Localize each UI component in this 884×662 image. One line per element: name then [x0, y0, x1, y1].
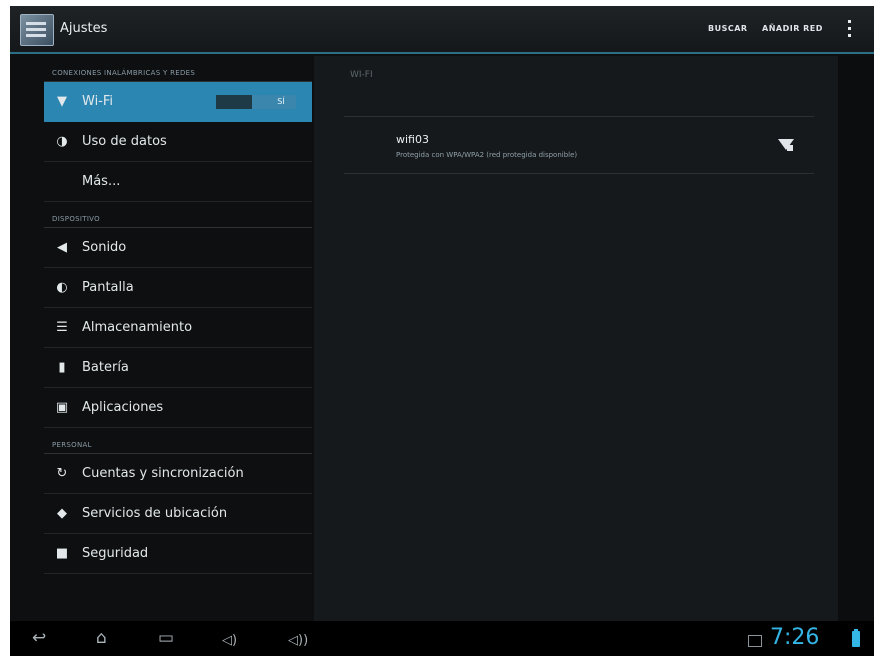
sidebar-item-label: Seguridad — [82, 546, 149, 561]
sidebar-item-label: Aplicaciones — [82, 400, 164, 415]
sidebar-item-label: Almacenamiento — [82, 320, 193, 335]
wifi-icon: ▼ — [57, 94, 67, 109]
sidebar-item-wifi[interactable]: ▼ Wi-Fi SÍ — [44, 82, 312, 122]
sidebar-item-label: Uso de datos — [82, 134, 167, 149]
overflow-menu-icon[interactable] — [848, 20, 852, 40]
volume-up-icon[interactable]: ◁)) — [288, 630, 308, 652]
storage-icon: ☰ — [56, 320, 68, 335]
network-status: Protegida con WPA/WPA2 (red protegida di… — [396, 151, 578, 159]
screen: Ajustes BUSCAR AÑADIR RED CONEXIONES INA… — [10, 6, 874, 656]
wifi-toggle[interactable]: SÍ — [216, 95, 296, 109]
clock[interactable]: 7:26 — [770, 625, 819, 651]
settings-app-icon[interactable] — [20, 14, 54, 46]
wifi-details-pane: WI-FI wifi03 Protegida con WPA/WPA2 (red… — [314, 56, 838, 621]
sidebar-item-apps[interactable]: ▣ Aplicaciones — [44, 388, 312, 428]
sidebar-item-storage[interactable]: ☰ Almacenamiento — [44, 308, 312, 348]
brightness-icon: ◐ — [56, 280, 68, 295]
sidebar-item-display[interactable]: ◐ Pantalla — [44, 268, 312, 308]
speaker-icon: ◀ — [57, 240, 67, 255]
settings-sidebar: CONEXIONES INALÁMBRICAS Y REDES ▼ Wi-Fi … — [44, 56, 312, 621]
volume-down-icon[interactable]: ◁) — [222, 630, 237, 652]
sync-icon: ↻ — [56, 466, 68, 481]
action-bar: Ajustes BUSCAR AÑADIR RED — [10, 6, 874, 54]
location-icon: ◆ — [57, 506, 67, 521]
battery-icon[interactable] — [852, 629, 860, 647]
sidebar-item-label: Sonido — [82, 240, 127, 255]
sidebar-item-label: Servicios de ubicación — [82, 506, 228, 521]
apps-icon: ▣ — [55, 400, 69, 415]
section-header-device: DISPOSITIVO — [44, 202, 312, 228]
sidebar-item-accounts[interactable]: ↻ Cuentas y sincronización — [44, 454, 312, 494]
page-title: Ajustes — [60, 21, 108, 36]
sidebar-item-sound[interactable]: ◀ Sonido — [44, 228, 312, 268]
gallery-notification-icon[interactable] — [748, 635, 762, 647]
pane-header: WI-FI — [350, 70, 373, 80]
search-button[interactable]: BUSCAR — [708, 24, 748, 33]
toggle-track-off — [216, 95, 252, 109]
sidebar-item-battery[interactable]: ▮ Batería — [44, 348, 312, 388]
sidebar-item-label: Cuentas y sincronización — [82, 466, 244, 481]
network-name: wifi03 — [396, 133, 429, 146]
data-usage-icon: ◑ — [56, 134, 68, 149]
section-header-personal: PERSONAL — [44, 428, 312, 454]
sidebar-item-label: Pantalla — [82, 280, 134, 295]
add-network-button[interactable]: AÑADIR RED — [762, 24, 823, 33]
sidebar-item-label: Batería — [82, 360, 129, 375]
back-icon[interactable]: ↩ — [32, 627, 46, 649]
wifi-signal-locked-icon — [778, 139, 794, 151]
sidebar-item-label: Más... — [82, 174, 121, 189]
right-gutter — [838, 56, 874, 621]
sidebar-item-more[interactable]: Más... — [44, 162, 312, 202]
system-bar: ↩ ⌂ ▭ ◁) ◁)) 7:26 — [10, 621, 874, 656]
sidebar-item-location[interactable]: ◆ Servicios de ubicación — [44, 494, 312, 534]
lock-icon: ■ — [55, 546, 69, 561]
recent-apps-icon[interactable]: ▭ — [158, 627, 174, 649]
home-icon[interactable]: ⌂ — [96, 627, 107, 649]
sidebar-item-label: Wi-Fi — [82, 94, 114, 109]
sidebar-item-data-usage[interactable]: ◑ Uso de datos — [44, 122, 312, 162]
sidebar-item-security[interactable]: ■ Seguridad — [44, 534, 312, 574]
section-header-wireless: CONEXIONES INALÁMBRICAS Y REDES — [44, 56, 312, 82]
network-list-item[interactable]: wifi03 Protegida con WPA/WPA2 (red prote… — [344, 116, 814, 174]
toggle-on-label: SÍ — [277, 97, 285, 106]
battery-settings-icon: ▮ — [58, 360, 66, 375]
